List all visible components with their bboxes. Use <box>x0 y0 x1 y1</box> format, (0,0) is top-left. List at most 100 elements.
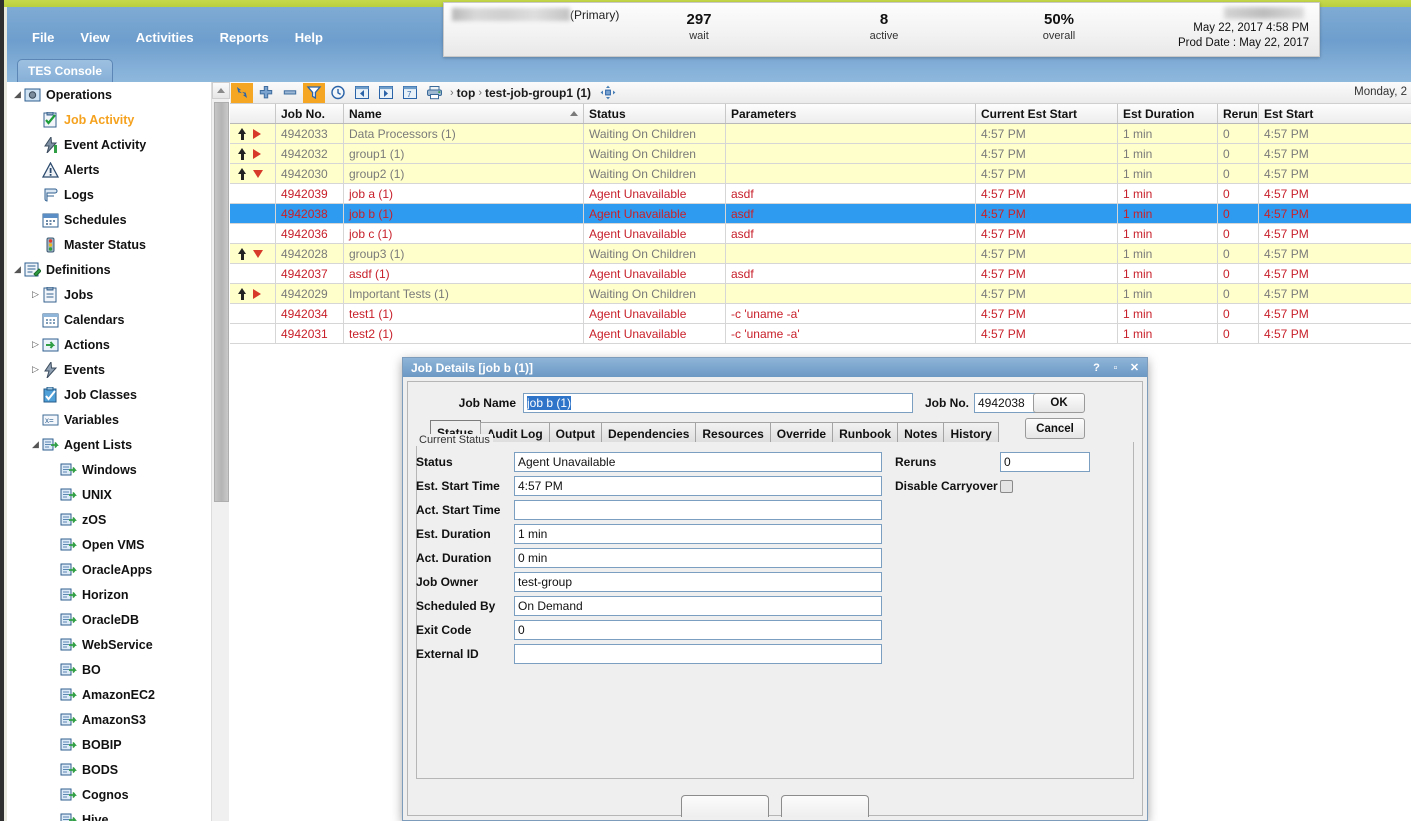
sidebar-item-definitions[interactable]: ◢ Definitions <box>7 257 211 282</box>
reruns-input[interactable]: 0 <box>1000 452 1090 472</box>
sidebar-item-alerts[interactable]: Alerts <box>7 157 211 182</box>
dialog-tab-history[interactable]: History <box>943 422 999 442</box>
footer-button-right[interactable] <box>781 795 869 817</box>
sidebar-item-oracledb[interactable]: OracleDB <box>7 607 211 632</box>
dialog-tab-notes[interactable]: Notes <box>897 422 945 442</box>
column-header-est[interactable]: Est Start <box>1259 104 1411 123</box>
sidebar-item-event-activity[interactable]: Event Activity <box>7 132 211 157</box>
sidebar-item-zos[interactable]: zOS <box>7 507 211 532</box>
table-row[interactable]: 4942037 asdf (1) Agent Unavailable asdf 4:57… <box>230 264 1411 284</box>
remove-icon[interactable] <box>279 83 301 103</box>
sidebar-item-jobs[interactable]: ▷ Jobs <box>7 282 211 307</box>
table-row[interactable]: 4942036 job c (1) Agent Unavailable asdf 4:5… <box>230 224 1411 244</box>
field-input-job-owner[interactable]: test-group <box>514 572 882 592</box>
navigation-tree[interactable]: ◢ Operations Job Activity Event Activity … <box>7 82 211 821</box>
column-header-dur[interactable]: Est Duration <box>1118 104 1218 123</box>
scrollbar-thumb[interactable] <box>214 102 229 502</box>
sidebar-item-events[interactable]: ▷ Events <box>7 357 211 382</box>
sidebar-item-bo[interactable]: BO <box>7 657 211 682</box>
sidebar-item-amazons3[interactable]: AmazonS3 <box>7 707 211 732</box>
sidebar-item-windows[interactable]: Windows <box>7 457 211 482</box>
scroll-up-button[interactable] <box>212 82 230 99</box>
sidebar-item-bods[interactable]: BODS <box>7 757 211 782</box>
seven-day-icon[interactable]: 7 <box>399 83 421 103</box>
sidebar-item-actions[interactable]: ▷ Actions <box>7 332 211 357</box>
collapsed-triangle-icon[interactable] <box>253 148 261 159</box>
menu-item-file[interactable]: File <box>29 29 57 46</box>
sidebar-item-cognos[interactable]: Cognos <box>7 782 211 807</box>
table-row[interactable]: 4942038 job b (1) Agent Unavailable asdf 4:5… <box>230 204 1411 224</box>
sidebar-item-calendars[interactable]: Calendars <box>7 307 211 332</box>
sidebar-item-webservice[interactable]: WebService <box>7 632 211 657</box>
job-name-input[interactable]: job b (1) <box>523 393 913 413</box>
next-day-icon[interactable] <box>375 83 397 103</box>
tab-tes-console[interactable]: TES Console <box>17 59 114 82</box>
expanded-triangle-icon[interactable] <box>253 249 263 258</box>
dialog-tab-override[interactable]: Override <box>769 422 834 442</box>
field-input-act-start-time[interactable] <box>514 500 882 520</box>
sidebar-scrollbar[interactable] <box>211 82 230 821</box>
cancel-button[interactable]: Cancel <box>1025 418 1085 439</box>
column-header-params[interactable]: Parameters <box>726 104 976 123</box>
table-row[interactable]: 4942031 test2 (1) Agent Unavailable -c 'una… <box>230 324 1411 344</box>
dialog-tab-dependencies[interactable]: Dependencies <box>601 422 697 442</box>
sidebar-item-variables[interactable]: x= Variables <box>7 407 211 432</box>
sidebar-item-schedules[interactable]: Schedules <box>7 207 211 232</box>
sidebar-item-horizon[interactable]: Horizon <box>7 582 211 607</box>
menu-item-view[interactable]: View <box>77 29 112 46</box>
ok-button[interactable]: OK <box>1033 393 1085 413</box>
table-row[interactable]: 4942029 Important Tests (1) Waiting On Chi… <box>230 284 1411 304</box>
dialog-tab-resources[interactable]: Resources <box>695 422 771 442</box>
print-icon[interactable] <box>423 83 445 103</box>
clock-icon[interactable] <box>327 83 349 103</box>
column-header-icons[interactable] <box>230 104 276 123</box>
table-row[interactable]: 4942033 Data Processors (1) Waiting On Chi… <box>230 124 1411 144</box>
sidebar-item-master-status[interactable]: Master Status <box>7 232 211 257</box>
column-header-job_no[interactable]: Job No. <box>276 104 344 123</box>
table-row[interactable]: 4942030 group2 (1) Waiting On Children 4:57… <box>230 164 1411 184</box>
collapsed-triangle-icon[interactable] <box>253 128 261 139</box>
table-row[interactable]: 4942034 test1 (1) Agent Unavailable -c 'una… <box>230 304 1411 324</box>
table-row[interactable]: 4942028 group3 (1) Waiting On Children 4:57… <box>230 244 1411 264</box>
close-icon[interactable]: ✕ <box>1126 360 1143 375</box>
field-input-est-duration[interactable]: 1 min <box>514 524 882 544</box>
column-header-status[interactable]: Status <box>584 104 726 123</box>
field-input-est-start-time[interactable]: 4:57 PM <box>514 476 882 496</box>
footer-button-left[interactable] <box>681 795 769 817</box>
expanded-triangle-icon[interactable] <box>253 169 263 178</box>
field-input-exit-code[interactable]: 0 <box>514 620 882 640</box>
sidebar-item-job-classes[interactable]: Job Classes <box>7 382 211 407</box>
filter-icon[interactable] <box>303 82 325 103</box>
help-icon[interactable]: ? <box>1088 360 1105 375</box>
sidebar-item-job-activity[interactable]: Job Activity <box>7 107 211 132</box>
sidebar-item-amazonec2[interactable]: AmazonEC2 <box>7 682 211 707</box>
table-row[interactable]: 4942039 job a (1) Agent Unavailable asdf 4:5… <box>230 184 1411 204</box>
refresh-icon[interactable] <box>231 82 253 103</box>
field-input-external-id[interactable] <box>514 644 882 664</box>
field-input-scheduled-by[interactable]: On Demand <box>514 596 882 616</box>
sidebar-item-operations[interactable]: ◢ Operations <box>7 82 211 107</box>
column-header-reruns[interactable]: Reruns <box>1218 104 1259 123</box>
previous-day-icon[interactable] <box>351 83 373 103</box>
sidebar-item-open-vms[interactable]: Open VMS <box>7 532 211 557</box>
table-row[interactable]: 4942032 group1 (1) Waiting On Children 4:57… <box>230 144 1411 164</box>
sidebar-item-oracleapps[interactable]: OracleApps <box>7 557 211 582</box>
menu-item-activities[interactable]: Activities <box>133 29 197 46</box>
sidebar-item-bobip[interactable]: BOBIP <box>7 732 211 757</box>
breadcrumb-item[interactable]: top <box>457 86 476 100</box>
disable-carryover-checkbox[interactable] <box>1000 479 1013 493</box>
field-input-status[interactable]: Agent Unavailable <box>514 452 882 472</box>
sidebar-item-logs[interactable]: Logs <box>7 182 211 207</box>
dialog-tabs[interactable]: Status Audit Log Output Dependencies Resourc… <box>430 420 999 442</box>
sidebar-item-agent-lists[interactable]: ◢ Agent Lists <box>7 432 211 457</box>
breadcrumb-item[interactable]: test-job-group1 (1) <box>485 86 591 100</box>
menu-item-reports[interactable]: Reports <box>217 29 272 46</box>
expand-all-icon[interactable] <box>597 83 619 103</box>
dialog-titlebar[interactable]: Job Details [job b (1)] ? ▫ ✕ <box>403 358 1147 377</box>
collapsed-triangle-icon[interactable] <box>253 288 261 299</box>
dialog-tab-output[interactable]: Output <box>548 422 602 442</box>
field-input-act-duration[interactable]: 0 min <box>514 548 882 568</box>
dialog-tab-runbook[interactable]: Runbook <box>832 422 899 442</box>
sidebar-item-hive[interactable]: Hive <box>7 807 211 821</box>
maximize-icon[interactable]: ▫ <box>1107 360 1124 375</box>
